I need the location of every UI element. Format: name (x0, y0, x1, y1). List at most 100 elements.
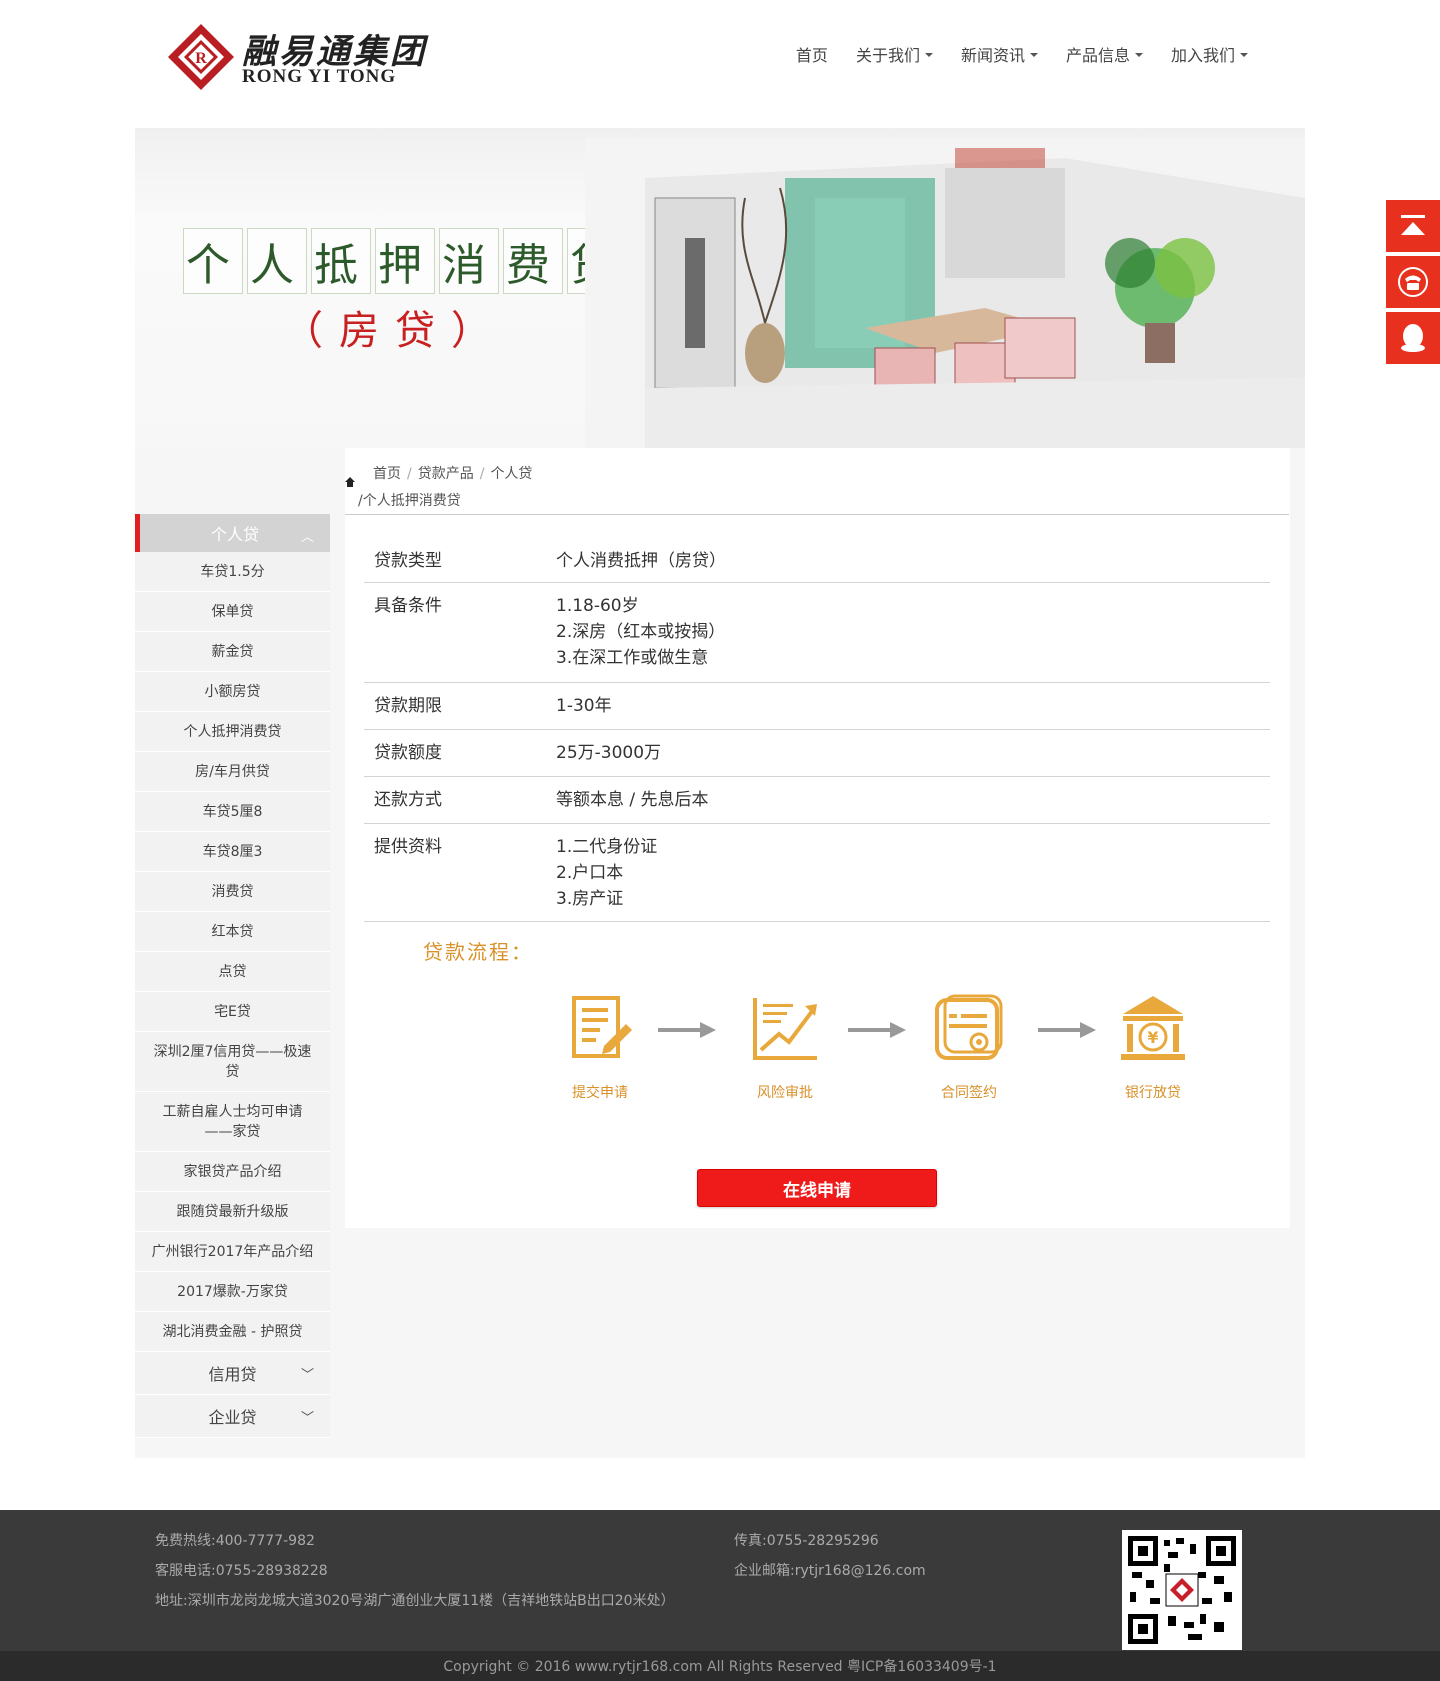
info-key: 贷款额度 (374, 743, 442, 763)
nav-label: 新闻资讯 (960, 46, 1025, 65)
banner-char: 人 (247, 228, 307, 294)
step-bank-loan: ¥ 银行放贷 (1098, 992, 1208, 1102)
sidebar-item[interactable]: 车贷1.5分 (135, 552, 330, 592)
interior-illustration (585, 138, 1305, 448)
footer-service-phone: 客服电话:0755-28938228 (155, 1563, 328, 1579)
logo-name-en: RONG YI TONG (242, 66, 397, 87)
breadcrumb-loan-products[interactable]: 贷款产品 (418, 466, 474, 482)
chevron-down-icon: ﹀ (300, 1411, 314, 1426)
sidebar-item[interactable]: 小额房贷 (135, 672, 330, 712)
breadcrumb-current: /个人抵押消费贷 (358, 493, 461, 509)
site-header: R 融易通集团 RONG YI TONG 首页 关于我们 新闻资讯 产品信息 加… (0, 0, 1440, 120)
sidebar-item[interactable]: 湖北消费金融 - 护照贷 (135, 1312, 330, 1352)
qq-icon (1401, 324, 1425, 352)
sidebar-item[interactable]: 车贷5厘8 (135, 792, 330, 832)
sidebar-group-personal-loan[interactable]: 个人贷 ︿ (135, 514, 330, 552)
sidebar-item[interactable]: 宅E贷 (135, 992, 330, 1032)
svg-text:R: R (195, 50, 207, 67)
info-line: 1.二代身份证 (556, 837, 658, 857)
info-value: 25万-3000万 (556, 740, 661, 766)
step-risk-approval: 风险审批 (730, 992, 840, 1102)
sidebar-item[interactable]: 深圳2厘7信用贷——极速贷 (135, 1032, 330, 1092)
copyright: Copyright © 2016 www.rytjr168.com All Ri… (0, 1651, 1440, 1681)
nav-label: 关于我们 (855, 46, 920, 65)
step-label: 风险审批 (757, 1085, 813, 1101)
info-key: 具备条件 (374, 596, 442, 616)
sidebar-group-label: 信用贷 (208, 1365, 257, 1384)
footer-fax: 传真:0755-28295296 (734, 1533, 879, 1549)
info-key: 贷款类型 (374, 551, 442, 571)
nav-label: 加入我们 (1170, 46, 1235, 65)
sidebar-item[interactable]: 房/车月供贷 (135, 752, 330, 792)
step-label: 提交申请 (572, 1085, 628, 1101)
info-line: 个人消费抵押（房贷） (556, 551, 726, 571)
info-row: 贷款期限 1-30年 (364, 683, 1270, 730)
nav-home[interactable]: 首页 (782, 42, 842, 66)
banner-char: 费 (503, 228, 563, 294)
sidebar-item[interactable]: 工薪自雇人士均可申请——家贷 (135, 1092, 330, 1152)
info-key: 提供资料 (374, 837, 442, 857)
info-line: 2.深房（红本或按揭） (556, 622, 726, 642)
contract-icon (935, 994, 1003, 1060)
chevron-down-icon: ﹀ (300, 1368, 314, 1383)
banner-subtitle: （房贷） (283, 308, 507, 354)
sidebar-group-label: 企业贷 (208, 1408, 257, 1427)
sidebar-item[interactable]: 红本贷 (135, 912, 330, 952)
logo-emblem-icon: R (168, 24, 234, 90)
banner-title: 个人抵押消费贷 (183, 228, 631, 294)
sidebar-item[interactable]: 2017爆款-万家贷 (135, 1272, 330, 1312)
qq-button[interactable] (1386, 312, 1440, 364)
sidebar-item[interactable]: 点贷 (135, 952, 330, 992)
nav-label: 产品信息 (1065, 46, 1130, 65)
sidebar-item[interactable]: 薪金贷 (135, 632, 330, 672)
product-banner: 个人抵押消费贷 （房贷） (135, 128, 1305, 448)
brand-logo[interactable]: R 融易通集团 RONG YI TONG (166, 22, 424, 92)
info-value: 个人消费抵押（房贷） (556, 548, 726, 572)
application-form-icon (572, 996, 632, 1058)
sidebar-item[interactable]: 消费贷 (135, 872, 330, 912)
info-row: 贷款类型 个人消费抵押（房贷） (364, 538, 1270, 583)
breadcrumb-home[interactable]: 首页 (373, 466, 401, 482)
info-value: 等额本息 / 先息后本 (556, 787, 709, 813)
breadcrumb-divider (345, 514, 1289, 515)
nav-products[interactable]: 产品信息 (1052, 42, 1157, 66)
nav-join[interactable]: 加入我们 (1157, 42, 1262, 66)
nav-news[interactable]: 新闻资讯 (947, 42, 1052, 66)
footer-contact-2: 传真:0755-28295296 企业邮箱:rytjr168@126.com (734, 1526, 926, 1586)
qr-code (1122, 1530, 1242, 1650)
info-line: 25万-3000万 (556, 743, 662, 763)
info-row: 还款方式 等额本息 / 先息后本 (364, 777, 1270, 824)
caret-down-icon (1134, 53, 1143, 57)
sidebar-group-label: 个人贷 (210, 525, 259, 544)
footer-hotline: 免费热线:400-7777-982 (155, 1533, 315, 1549)
sidebar-item[interactable]: 保单贷 (135, 592, 330, 632)
info-key: 还款方式 (374, 790, 442, 810)
step-contract: 合同签约 (914, 992, 1024, 1102)
step-label: 银行放贷 (1125, 1085, 1181, 1101)
sidebar-item[interactable]: 广州银行2017年产品介绍 (135, 1232, 330, 1272)
footer-address: 地址:深圳市龙岗龙城大道3020号湖广通创业大厦11楼（吉祥地铁站B出口20米处… (155, 1593, 675, 1609)
arrow-right-icon (848, 1022, 906, 1038)
home-icon[interactable] (344, 476, 356, 488)
risk-chart-icon (753, 998, 817, 1060)
phone-button[interactable] (1386, 256, 1440, 308)
sidebar-group-credit-loan[interactable]: 信用贷 ﹀ (135, 1352, 330, 1395)
banner-char: 个 (183, 228, 243, 294)
info-line: 3.房产证 (556, 889, 624, 909)
breadcrumb-personal-loan[interactable]: 个人贷 (490, 466, 532, 482)
info-row: 提供资料 1.二代身份证 2.户口本 3.房产证 (364, 824, 1270, 922)
info-line: 等额本息 / 先息后本 (556, 790, 709, 810)
sidebar-group-business-loan[interactable]: 企业贷 ﹀ (135, 1395, 330, 1438)
apply-online-button[interactable]: 在线申请 (697, 1169, 937, 1207)
sidebar-item[interactable]: 个人抵押消费贷 (135, 712, 330, 752)
back-to-top-button[interactable] (1386, 200, 1440, 252)
sidebar-item[interactable]: 车贷8厘3 (135, 832, 330, 872)
banner-char: 抵 (311, 228, 371, 294)
nav-about[interactable]: 关于我们 (842, 42, 947, 66)
sidebar-item[interactable]: 跟随贷最新升级版 (135, 1192, 330, 1232)
info-value: 1-30年 (556, 693, 612, 719)
loan-info-table: 贷款类型 个人消费抵押（房贷） 具备条件 1.18-60岁 2.深房（红本或按揭… (364, 538, 1270, 922)
info-line: 3.在深工作或做生意 (556, 648, 709, 668)
caret-down-icon (1240, 53, 1248, 57)
sidebar-item[interactable]: 家银贷产品介绍 (135, 1152, 330, 1192)
